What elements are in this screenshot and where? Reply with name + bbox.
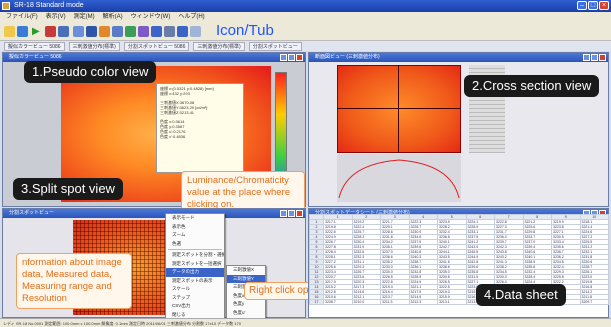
play-icon[interactable]: ▶ xyxy=(32,26,43,37)
pixel-info-popup: 座標 x:(0.5321 y:0.4828) [mm] 座標 x:432 y:2… xyxy=(156,83,244,173)
tab-tristimulus-1[interactable]: 三刺激値分布(標準) xyxy=(68,42,120,51)
submenu-item-cy[interactable]: 色度y xyxy=(227,300,265,309)
menu-window[interactable]: ウィンドウ(W) xyxy=(131,12,171,23)
window-title: SR-18 Standard mode xyxy=(14,2,84,9)
pane-minimize-button[interactable] xyxy=(280,210,287,217)
pane-close-button[interactable] xyxy=(296,54,303,61)
grid-icon[interactable] xyxy=(73,26,84,37)
window-tile-icon[interactable] xyxy=(177,26,188,37)
pane-close-button[interactable] xyxy=(599,54,606,61)
info-line: 色度 v':0.4836 xyxy=(160,134,186,139)
window-cascade-icon[interactable] xyxy=(190,26,201,37)
maximize-button[interactable]: □ xyxy=(588,1,598,10)
context-item-scale[interactable]: スケール xyxy=(166,285,224,294)
split-spot-pane-title: 分割スポットビュー xyxy=(3,209,305,218)
pane-controls xyxy=(583,54,606,61)
chart-icon[interactable] xyxy=(86,26,97,37)
pane-controls xyxy=(280,210,303,217)
camera-icon[interactable] xyxy=(58,26,69,37)
table-cell[interactable]: 3209.7 xyxy=(579,299,609,305)
menu-view[interactable]: 表示(V) xyxy=(46,12,66,23)
minimize-button[interactable]: – xyxy=(577,1,587,10)
menu-bar: ファイル(F) 表示(V) 測定(M) 解析(A) ウィンドウ(W) ヘルプ(H… xyxy=(0,12,611,23)
context-item-spot-display[interactable]: 測定スポットの表示 xyxy=(166,277,224,286)
tab-split-spot-2[interactable]: 分割スポットビュー xyxy=(248,42,302,51)
export-icon[interactable] xyxy=(151,26,162,37)
context-item-data-output[interactable]: データの出力 xyxy=(166,268,224,277)
tab-pseudo-color[interactable]: 擬似カラービュー 5086 xyxy=(4,42,65,51)
table-cell[interactable]: 3211.3 xyxy=(380,299,410,305)
split-spot-callout: 3.Split spot view xyxy=(13,178,123,200)
row-header[interactable]: 17 xyxy=(309,299,324,305)
menu-help[interactable]: ヘルプ(H) xyxy=(178,12,204,23)
context-item-display-mode[interactable]: 表示モード xyxy=(166,214,224,223)
table-cell[interactable]: 3210.0 xyxy=(351,299,381,305)
context-item-zoom[interactable]: ズーム xyxy=(166,231,224,240)
pane-minimize-button[interactable] xyxy=(583,54,590,61)
pane-controls xyxy=(280,54,303,61)
context-item-step[interactable]: ステップ xyxy=(166,294,224,303)
close-button[interactable]: × xyxy=(599,1,609,10)
pane-close-button[interactable] xyxy=(296,210,303,217)
menu-analysis[interactable]: 解析(A) xyxy=(103,12,123,23)
save-icon[interactable] xyxy=(17,26,28,37)
context-item-csv-output[interactable]: CSV出力 xyxy=(166,302,224,311)
cross-section-pane-title: 断面図ビュー (三刺激値分布) xyxy=(309,53,608,62)
pane-maximize-button[interactable] xyxy=(288,54,295,61)
submenu-item-u[interactable]: 色度u' xyxy=(227,309,265,318)
info-line: 三刺激値Z:3213.41 xyxy=(160,110,195,115)
settings-icon[interactable] xyxy=(164,26,175,37)
context-item-split-select[interactable]: 測定スポットを分割・選択 xyxy=(166,251,224,260)
app-icon xyxy=(2,2,10,10)
horizontal-profile-plot xyxy=(337,154,461,202)
table-cell[interactable]: 3213.1 xyxy=(437,299,467,305)
pane-maximize-button[interactable] xyxy=(591,54,598,61)
cross-section-map[interactable] xyxy=(337,65,461,153)
cross-section-callout: 2.Cross section view xyxy=(464,75,600,97)
info-line: 座標 x:432 y:293 xyxy=(160,91,190,96)
vertical-cursor-line[interactable] xyxy=(398,65,399,153)
context-menu: 表示モード 表示色 ズーム 色選 測定スポットを分割・選択 測定スポットを一括選… xyxy=(165,213,225,320)
menu-measure[interactable]: 測定(M) xyxy=(74,12,95,23)
stop-icon[interactable] xyxy=(45,26,56,37)
pseudo-color-callout: 1.Pseudo color view xyxy=(24,61,157,83)
submenu-item-x[interactable]: 三刺激値X xyxy=(227,266,265,275)
context-item-bulk-select[interactable]: 測定スポットを一括選択 xyxy=(166,260,224,269)
spot-icon[interactable] xyxy=(125,26,136,37)
sheet-icon[interactable] xyxy=(138,26,149,37)
context-item-color-select[interactable]: 色選 xyxy=(166,240,224,249)
menu-separator xyxy=(168,249,222,250)
icon-tub-label: Icon/Tub xyxy=(216,22,274,39)
document-tab-bar: 擬似カラービュー 5086 三刺激値分布(標準) 分割スポットビュー 5086 … xyxy=(0,41,611,51)
color-map-icon[interactable] xyxy=(99,26,110,37)
context-item-display-color[interactable]: 表示色 xyxy=(166,223,224,232)
pane-minimize-button[interactable] xyxy=(280,54,287,61)
title-bar: SR-18 Standard mode – □ × xyxy=(0,0,611,12)
data-sheet-callout: 4.Data sheet xyxy=(476,284,566,306)
table-cell[interactable]: 3212.3 xyxy=(408,299,438,305)
window-controls: – □ × xyxy=(577,1,609,10)
open-folder-icon[interactable] xyxy=(4,26,15,37)
pane-maximize-button[interactable] xyxy=(288,210,295,217)
status-bar: レディ SR-18 No.0001 測定範囲: 100.0mm x 100.0m… xyxy=(0,318,611,327)
table-cell[interactable]: 3208.7 xyxy=(323,299,353,305)
cross-section-icon[interactable] xyxy=(112,26,123,37)
menu-file[interactable]: ファイル(F) xyxy=(6,12,38,23)
tab-tristimulus-2[interactable]: 三刺激値分布(標準) xyxy=(193,42,245,51)
info-note: nformation about image data, Measured da… xyxy=(16,253,132,309)
tab-split-spot[interactable]: 分割スポットビュー 5086 xyxy=(123,42,190,51)
horizontal-cursor-line[interactable] xyxy=(337,108,461,109)
